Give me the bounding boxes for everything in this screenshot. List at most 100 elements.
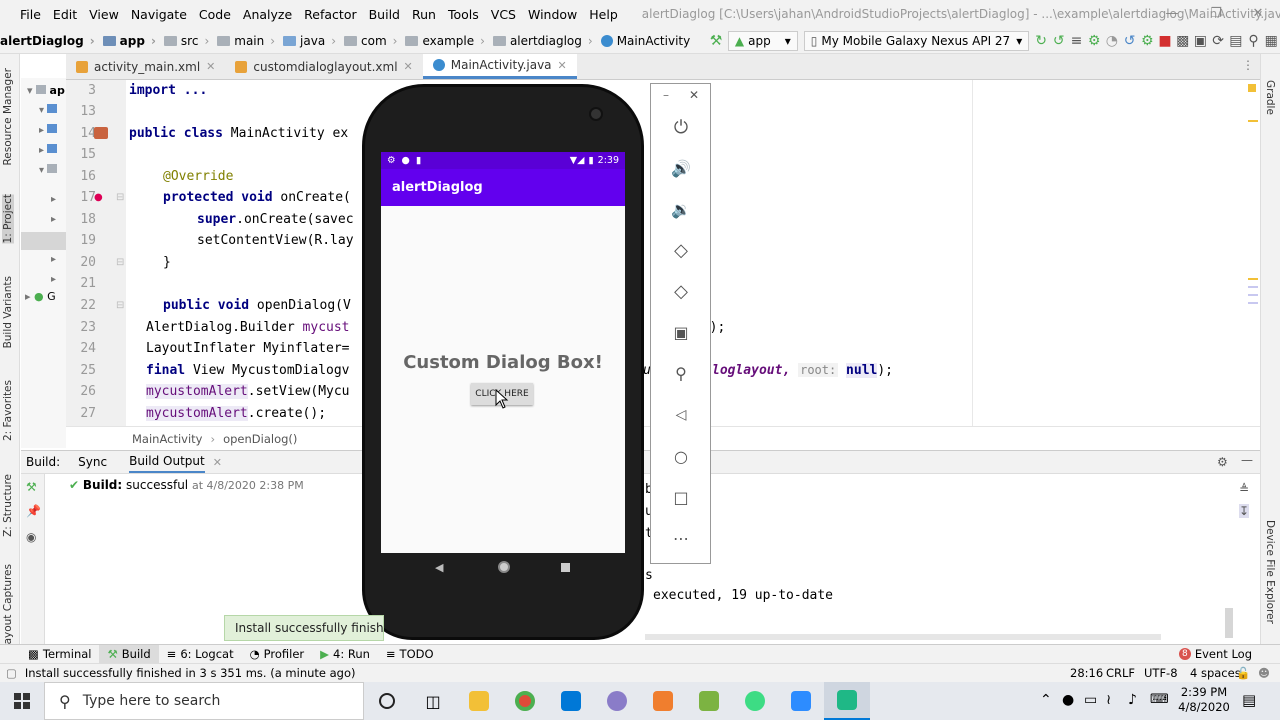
breadcrumb-example[interactable]: example › <box>401 34 488 48</box>
favorites-tab[interactable]: 2: Favorites <box>2 380 14 441</box>
error-stripe-mark[interactable] <box>1248 120 1258 122</box>
minimize-icon[interactable]: — <box>1150 0 1194 28</box>
fold-icon[interactable]: ⊟ <box>116 192 124 203</box>
show-hidden-icons[interactable]: ⌃ <box>1040 692 1052 708</box>
camera-icon[interactable]: ▣ <box>668 319 694 345</box>
avd-manager-icon[interactable]: ▣ <box>1193 31 1209 51</box>
scrollbar[interactable] <box>1225 608 1233 638</box>
project-tab[interactable]: 1: Project <box>2 194 14 244</box>
hammer-icon[interactable]: ⚒ <box>26 480 37 494</box>
apply-changes-icon[interactable]: ↻ <box>1033 31 1049 51</box>
home-icon[interactable]: ○ <box>668 443 694 469</box>
structure-tab[interactable]: Z: Structure <box>2 474 14 537</box>
device-file-explorer-tab[interactable]: Device File Explorer <box>1264 520 1276 624</box>
overview-icon[interactable]: □ <box>668 484 694 510</box>
menu-window[interactable]: Window <box>528 7 585 22</box>
fold-icon[interactable]: ⊟ <box>116 300 124 311</box>
rotate-left-icon[interactable]: ◇ <box>668 237 694 263</box>
maximize-icon[interactable]: ❐ <box>1194 0 1238 28</box>
menu-refactor[interactable]: Refactor <box>304 7 364 22</box>
taskbar-search[interactable]: ⚲ Type here to search <box>44 682 364 720</box>
breadcrumb-project[interactable]: alertDiaglog › <box>0 34 99 48</box>
fold-icon[interactable]: ⊟ <box>116 257 124 268</box>
more-icon[interactable]: ⋯ <box>668 525 694 551</box>
file-encoding[interactable]: UTF-8 <box>1144 666 1178 680</box>
tree-expander[interactable]: ▸ <box>51 274 56 285</box>
tool-tab-run[interactable]: ▶ 4: Run <box>312 645 378 664</box>
taskbar-mail[interactable] <box>548 682 594 720</box>
nav-recents-icon[interactable] <box>561 563 570 572</box>
menu-analyze[interactable]: Analyze <box>243 7 300 22</box>
tree-expander[interactable]: ▸ <box>39 144 58 156</box>
tab-menu-icon[interactable]: ⋮ <box>1242 58 1254 72</box>
error-stripe-mark[interactable] <box>1248 294 1258 296</box>
menu-navigate[interactable]: Navigate <box>131 7 195 22</box>
wrap-icon[interactable]: ≜ <box>1239 482 1249 496</box>
nav-home-icon[interactable] <box>498 561 510 573</box>
debug-icon[interactable]: ⚙ <box>1086 31 1102 51</box>
status-message[interactable]: Install successfully finished in 3 s 351… <box>25 666 356 680</box>
taskbar-file-explorer[interactable] <box>456 682 502 720</box>
breadcrumb-class[interactable]: MainActivity <box>132 432 202 446</box>
line-separator[interactable]: CRLF <box>1106 666 1135 680</box>
tab-customdialoglayout[interactable]: customdialoglayout.xml ✕ <box>225 54 422 79</box>
volume-down-icon[interactable]: 🔉 <box>668 196 694 222</box>
rerun-icon[interactable]: ≡ <box>1069 31 1085 51</box>
error-stripe-mark[interactable] <box>1248 278 1258 280</box>
volume-icon[interactable]: ♪ <box>1128 692 1137 708</box>
keyboard-icon[interactable]: ⌨ <box>1150 692 1169 707</box>
hide-panel-icon[interactable]: — <box>1241 453 1253 467</box>
notifications-icon[interactable]: ▤ <box>1242 691 1256 709</box>
taskbar-chrome[interactable] <box>502 682 548 720</box>
tree-expander[interactable]: ▸ <box>51 254 56 265</box>
breadcrumb-app[interactable]: app › <box>99 34 160 48</box>
tool-tab-todo[interactable]: ≡ TODO <box>378 645 442 664</box>
breadcrumb-com[interactable]: com › <box>340 34 401 48</box>
menu-edit[interactable]: Edit <box>53 7 85 22</box>
breadcrumb-mainactivity[interactable]: MainActivity <box>597 34 695 48</box>
pin-icon[interactable]: 📌 <box>26 504 41 518</box>
scroll-end-icon[interactable]: ↧ <box>1239 504 1250 518</box>
menu-build[interactable]: Build <box>369 7 408 22</box>
close-tab-icon[interactable]: ✕ <box>206 60 215 73</box>
taskbar-android-studio[interactable] <box>732 682 778 720</box>
sdk-manager-icon[interactable]: ⟳ <box>1210 31 1226 51</box>
eye-icon[interactable]: ◉ <box>26 530 36 544</box>
settings-gear-icon[interactable]: ⚙ <box>1217 455 1228 469</box>
menu-run[interactable]: Run <box>412 7 444 22</box>
cortana-button[interactable] <box>364 682 410 720</box>
stop-icon[interactable]: ■ <box>1157 31 1173 51</box>
breadcrumb-src[interactable]: src › <box>160 34 213 48</box>
tree-selected-row[interactable] <box>21 232 67 250</box>
emulator-screen[interactable]: ⚙ ● ▮ ▼◢ ▮ 2:39 alertDiaglog Custom Dial… <box>381 152 625 553</box>
profile-icon[interactable]: ◔ <box>1104 31 1120 51</box>
layout-captures-tab[interactable]: Layout Captures <box>2 564 14 650</box>
breadcrumb-alertdiaglog[interactable]: alertdiaglog › <box>489 34 597 48</box>
menu-view[interactable]: View <box>89 7 127 22</box>
inspector-icon[interactable]: ☻ <box>1258 666 1270 680</box>
build-status-row[interactable]: ✔ Build: successful at 4/8/2020 2:38 PM <box>69 478 304 492</box>
sync-project-icon[interactable]: ▩ <box>1175 31 1191 51</box>
taskbar-app-green[interactable] <box>686 682 732 720</box>
taskbar-clock[interactable]: 2:39 PM 4/8/2020 <box>1174 685 1234 715</box>
attach-debugger-icon[interactable]: ↺ <box>1122 31 1138 51</box>
taskbar-emulator[interactable] <box>824 682 870 720</box>
tool-tab-build[interactable]: ⚒ Build <box>99 644 159 664</box>
tab-sync[interactable]: Sync <box>78 455 107 469</box>
tool-tab-terminal[interactable]: ▩ Terminal <box>20 645 99 664</box>
tree-expander[interactable]: ▸ <box>51 214 56 225</box>
debug-attach-icon[interactable]: ⚙ <box>1139 31 1155 51</box>
device-dropdown[interactable]: ▯ My Mobile Galaxy Nexus API 27 ▾ <box>803 30 1030 51</box>
class-gutter-icon[interactable] <box>94 127 108 139</box>
tree-expander[interactable]: ▸ <box>51 194 56 205</box>
status-icon[interactable]: ▢ <box>6 666 17 680</box>
error-stripe-mark[interactable] <box>1248 286 1258 288</box>
event-log-button[interactable]: 8 Event Log <box>1171 645 1260 664</box>
tab-mainactivity[interactable]: MainActivity.java ✕ <box>422 54 577 79</box>
menu-vcs[interactable]: VCS <box>491 7 524 22</box>
tab-activity-main[interactable]: activity_main.xml ✕ <box>66 54 225 79</box>
rotate-right-icon[interactable]: ◇ <box>668 278 694 304</box>
nav-back-icon[interactable]: ◀ <box>435 561 443 574</box>
apply-code-changes-icon[interactable]: ↺ <box>1051 31 1067 51</box>
override-gutter-icon[interactable]: ● <box>94 192 103 203</box>
